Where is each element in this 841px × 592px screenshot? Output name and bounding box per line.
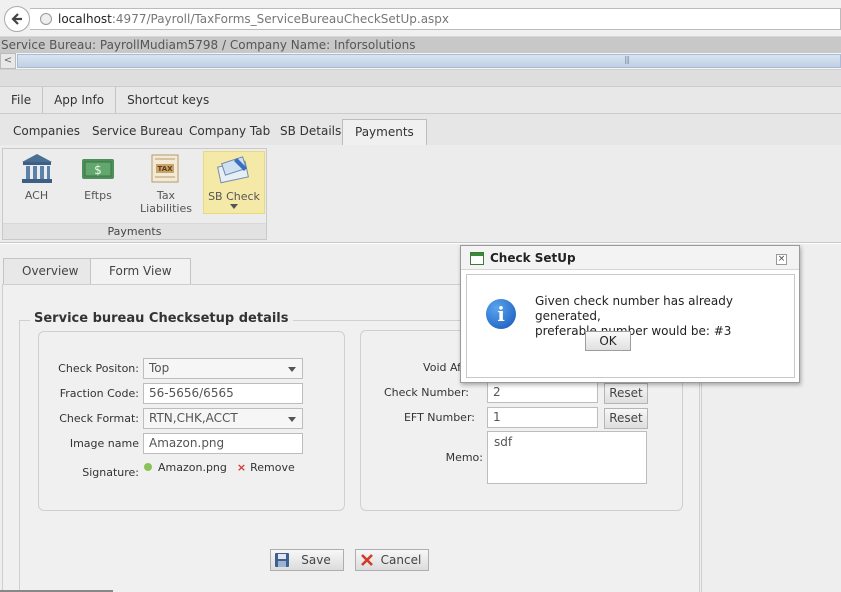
ribbon: ACH $ Eftps TAX Tax Liabilities SB Check… [0,145,841,243]
cancel-button[interactable]: Cancel [355,549,429,571]
cancel-label: Cancel [380,553,422,567]
svg-text:$: $ [94,163,102,177]
chevron-down-icon [288,417,296,422]
fieldset-legend: Service bureau Checksetup details [30,311,293,326]
eftps-label: Eftps [84,189,112,202]
bank-icon [20,153,54,185]
dialog-body: i Given check number has already generat… [466,274,795,378]
page-title: Service Bureau: PayrollMudiam5798 / Comp… [0,37,841,53]
signature-label: Signature: [82,466,139,479]
back-arrow-icon [11,13,22,25]
tab-sb-details[interactable]: SB Details [268,119,353,145]
divider [0,70,841,86]
tab-overview[interactable]: Overview [3,258,98,284]
menu-file[interactable]: File [0,87,44,113]
void-after-label: Void Af [423,361,461,374]
sb-check-button[interactable]: SB Check [203,151,265,214]
reset-check-number-button[interactable]: Reset [604,383,648,404]
remove-link[interactable]: Remove [250,461,295,474]
chevron-down-icon [288,367,296,372]
dialog-message-line2: preferable number would be: #3 [535,324,732,338]
reset-eft-number-button[interactable]: Reset [604,408,648,429]
money-icon: $ [81,153,115,185]
check-number-label: Check Number: [383,386,469,399]
ach-label: ACH [24,189,49,202]
ach-button[interactable]: ACH [9,151,64,214]
signature-file: Amazon.png × Remove [144,461,295,474]
dialog-title: Check SetUp [490,251,576,265]
tax-liabilities-label: Tax Liabilities [140,189,192,215]
check-format-select[interactable]: RTN,CHK,ACCT [143,408,303,429]
status-dot-icon [144,463,152,471]
fraction-code-label: Fraction Code: [59,387,139,400]
left-panel: Check Positon: Top Fraction Code: 56-565… [38,331,345,511]
check-position-label: Check Positon: [58,362,139,375]
image-name-field[interactable]: Amazon.png [143,433,303,454]
tab-form-view[interactable]: Form View [90,258,191,284]
tab-payments[interactable]: Payments [342,119,427,145]
memo-field[interactable]: sdf [487,431,647,484]
check-format-value: RTN,CHK,ACCT [149,411,238,425]
check-position-value: Top [149,361,170,375]
eftps-button[interactable]: $ Eftps [73,151,123,214]
save-label: Save [301,553,331,567]
sb-check-label: SB Check [208,190,260,203]
grip-icon: ||| [624,55,630,64]
horizontal-scrollbar[interactable]: < ||| [0,53,841,70]
close-icon[interactable]: × [776,254,787,265]
tab-companies[interactable]: Companies [1,119,92,145]
url-path: :4977/Payroll/TaxForms_ServiceBureauChec… [111,12,450,26]
tab-company-tab[interactable]: Company Tab [177,119,282,145]
url-field[interactable]: localhost:4977/Payroll/TaxForms_ServiceB… [30,8,841,30]
signature-file-name: Amazon.png [158,461,227,474]
check-format-label: Check Format: [59,412,139,425]
check-icon [217,154,251,186]
scroll-thumb[interactable]: ||| [17,54,841,68]
tax-icon: TAX [149,153,183,185]
eft-number-label: EFT Number: [403,411,475,424]
fraction-code-field[interactable]: 56-5656/6565 [143,383,303,404]
save-button[interactable]: Save [270,549,344,571]
menu-app-info[interactable]: App Info [43,87,117,113]
ok-button[interactable]: OK [585,331,631,351]
url-host: localhost [58,12,112,26]
tax-liabilities-button[interactable]: TAX Tax Liabilities [131,151,201,215]
eft-number-field[interactable]: 1 [487,407,598,428]
back-button[interactable] [4,6,30,32]
dialog-header: Check SetUp × [461,246,799,270]
globe-icon [40,13,52,25]
ribbon-tabs: Companies Service Bureau Company Tab SB … [0,114,841,145]
memo-label: Memo: [445,451,483,464]
dialog-message-line1: Given check number has already generated… [535,294,733,323]
scroll-left-icon[interactable]: < [0,53,16,69]
remove-icon[interactable]: × [237,461,246,474]
window-icon [470,252,484,265]
group-label: Payments [3,223,266,239]
payments-group: ACH $ Eftps TAX Tax Liabilities SB Check… [2,148,267,240]
svg-text:TAX: TAX [157,165,173,173]
check-position-select[interactable]: Top [143,358,303,379]
check-setup-dialog: Check SetUp × i Given check number has a… [460,245,800,383]
menu-shortcut-keys[interactable]: Shortcut keys [116,87,220,113]
image-name-label: Image name [69,437,139,450]
info-icon: i [486,299,516,329]
chevron-down-icon [230,204,238,209]
dialog-message: Given check number has already generated… [535,294,791,339]
browser-address-bar: localhost:4977/Payroll/TaxForms_ServiceB… [0,0,841,37]
floppy-disk-icon [275,553,289,567]
check-number-field[interactable]: 2 [487,382,598,403]
menu-bar: File App Info Shortcut keys [0,86,841,114]
close-icon [361,554,373,566]
